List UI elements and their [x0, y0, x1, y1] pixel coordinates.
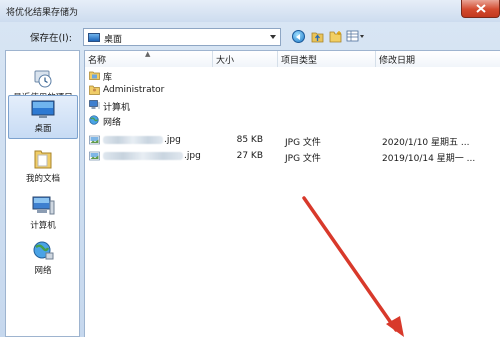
computer-icon — [32, 196, 55, 215]
item-size: 85 KB — [236, 135, 263, 145]
list-item[interactable]: Administrator — [85, 84, 500, 97]
place-desktop[interactable]: 桌面 — [8, 95, 78, 139]
item-size: 27 KB — [236, 151, 263, 161]
documents-icon — [34, 150, 52, 169]
column-header-date[interactable]: 修改日期 — [376, 51, 500, 67]
recent-items-icon — [34, 70, 52, 88]
place-label: 计算机 — [30, 221, 56, 231]
column-header-type[interactable]: 项目类型 — [278, 51, 376, 67]
place-label: 网络 — [34, 266, 52, 276]
column-header-name[interactable]: 名称 ▲ — [85, 50, 213, 67]
place-network[interactable]: 网络 — [8, 240, 78, 276]
chevron-down-icon — [270, 35, 276, 39]
item-name: Administrator — [103, 85, 165, 95]
place-label: 桌面 — [34, 124, 52, 134]
window-title: 将优化结果存储为 — [6, 8, 79, 18]
close-icon — [476, 4, 486, 13]
desktop-icon — [88, 33, 100, 42]
redacted-filename — [103, 151, 183, 160]
user-folder-icon — [89, 85, 100, 95]
location-value: 桌面 — [104, 35, 123, 45]
item-name: 库 — [103, 73, 113, 83]
place-documents[interactable]: 我的文档 — [8, 148, 78, 184]
item-name: .jpg — [103, 151, 201, 161]
back-arrow-icon[interactable] — [292, 30, 305, 43]
item-type: JPG 文件 — [285, 138, 321, 148]
image-file-icon — [89, 135, 100, 145]
desktop-icon — [31, 100, 55, 118]
title-bar: 将优化结果存储为 — [0, 0, 500, 22]
column-header-row: 名称 ▲ 大小 项目类型 修改日期 — [85, 50, 500, 67]
list-item[interactable]: 网络 — [85, 114, 500, 128]
network-icon — [89, 115, 99, 125]
view-menu-icon[interactable] — [346, 30, 366, 43]
item-name: 计算机 — [103, 103, 131, 113]
places-bar: 最近使用的项目 桌面 我的文档 计算机 — [5, 50, 80, 337]
location-dropdown[interactable]: 桌面 — [83, 28, 281, 46]
annotation-arrow — [302, 196, 404, 337]
file-list[interactable]: 名称 ▲ 大小 项目类型 修改日期 库 Administrator 计算机 网络… — [84, 50, 500, 337]
column-header-size[interactable]: 大小 — [213, 51, 278, 67]
item-date: 2020/1/10 星期五 ... — [382, 138, 470, 148]
list-item[interactable]: .jpg 27 KB JPG 文件 2019/10/14 星期一 ... — [85, 150, 500, 164]
list-item[interactable]: 库 — [85, 69, 500, 83]
item-type: JPG 文件 — [285, 154, 321, 164]
redacted-filename — [103, 135, 163, 144]
up-folder-icon[interactable] — [311, 30, 324, 43]
network-icon — [33, 241, 54, 260]
library-icon — [89, 71, 100, 80]
close-button[interactable] — [461, 0, 500, 18]
list-item[interactable]: 计算机 — [85, 99, 500, 113]
place-label: 我的文档 — [25, 174, 60, 184]
save-in-label: 保存在(I): — [30, 33, 72, 44]
place-computer[interactable]: 计算机 — [8, 195, 78, 231]
save-dialog: 将优化结果存储为 保存在(I): 桌面 最近使 — [0, 0, 500, 337]
item-name: .jpg — [103, 135, 181, 145]
computer-icon — [89, 100, 100, 109]
item-date: 2019/10/14 星期一 ... — [382, 154, 476, 164]
list-item[interactable]: .jpg 85 KB JPG 文件 2020/1/10 星期五 ... — [85, 134, 500, 148]
sort-ascending-icon: ▲ — [145, 50, 151, 58]
image-file-icon — [89, 151, 100, 161]
new-folder-icon[interactable] — [329, 30, 342, 43]
item-name: 网络 — [103, 118, 122, 128]
